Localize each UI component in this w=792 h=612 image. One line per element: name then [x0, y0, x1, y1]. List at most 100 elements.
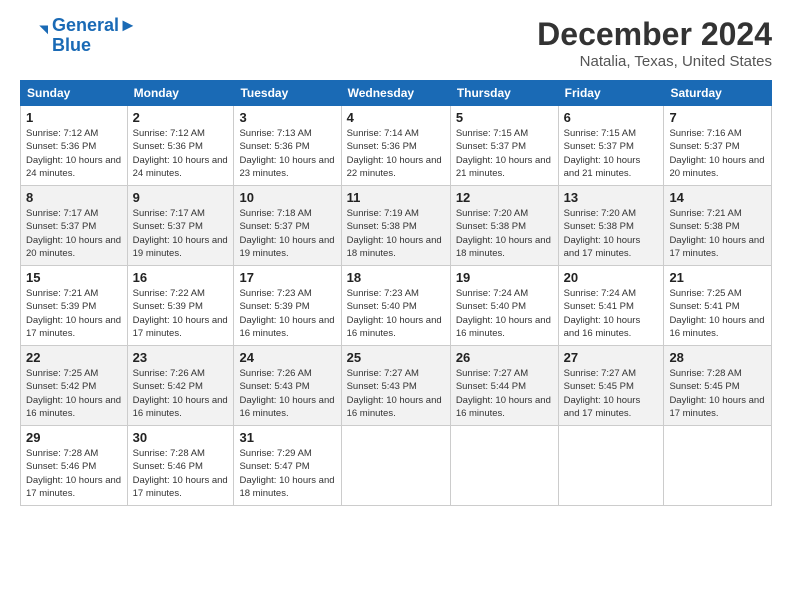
day-number: 8 — [26, 190, 122, 205]
day-number: 14 — [669, 190, 766, 205]
day-number: 22 — [26, 350, 122, 365]
day-number: 16 — [133, 270, 229, 285]
day-number: 23 — [133, 350, 229, 365]
day-info: Sunrise: 7:20 AMSunset: 5:38 PMDaylight:… — [564, 208, 641, 259]
table-row — [450, 426, 558, 506]
day-info: Sunrise: 7:17 AMSunset: 5:37 PMDaylight:… — [26, 208, 121, 259]
day-info: Sunrise: 7:24 AMSunset: 5:41 PMDaylight:… — [564, 288, 641, 339]
day-info: Sunrise: 7:29 AMSunset: 5:47 PMDaylight:… — [239, 448, 334, 499]
day-info: Sunrise: 7:25 AMSunset: 5:42 PMDaylight:… — [26, 368, 121, 419]
calendar-week-row: 15 Sunrise: 7:21 AMSunset: 5:39 PMDaylig… — [21, 266, 772, 346]
day-info: Sunrise: 7:16 AMSunset: 5:37 PMDaylight:… — [669, 128, 764, 179]
table-row: 20 Sunrise: 7:24 AMSunset: 5:41 PMDaylig… — [558, 266, 664, 346]
day-info: Sunrise: 7:21 AMSunset: 5:38 PMDaylight:… — [669, 208, 764, 259]
table-row: 5 Sunrise: 7:15 AMSunset: 5:37 PMDayligh… — [450, 106, 558, 186]
day-info: Sunrise: 7:28 AMSunset: 5:45 PMDaylight:… — [669, 368, 764, 419]
day-number: 1 — [26, 110, 122, 125]
table-row: 2 Sunrise: 7:12 AMSunset: 5:36 PMDayligh… — [127, 106, 234, 186]
calendar: Sunday Monday Tuesday Wednesday Thursday… — [20, 80, 772, 506]
table-row: 23 Sunrise: 7:26 AMSunset: 5:42 PMDaylig… — [127, 346, 234, 426]
table-row — [341, 426, 450, 506]
day-number: 12 — [456, 190, 553, 205]
month-title: December 2024 — [537, 16, 772, 53]
day-info: Sunrise: 7:18 AMSunset: 5:37 PMDaylight:… — [239, 208, 334, 259]
day-number: 17 — [239, 270, 335, 285]
calendar-week-row: 22 Sunrise: 7:25 AMSunset: 5:42 PMDaylig… — [21, 346, 772, 426]
day-info: Sunrise: 7:28 AMSunset: 5:46 PMDaylight:… — [133, 448, 228, 499]
table-row: 24 Sunrise: 7:26 AMSunset: 5:43 PMDaylig… — [234, 346, 341, 426]
day-info: Sunrise: 7:12 AMSunset: 5:36 PMDaylight:… — [26, 128, 121, 179]
day-info: Sunrise: 7:14 AMSunset: 5:36 PMDaylight:… — [347, 128, 442, 179]
day-info: Sunrise: 7:12 AMSunset: 5:36 PMDaylight:… — [133, 128, 228, 179]
logo-text: General► Blue — [52, 16, 137, 56]
day-info: Sunrise: 7:21 AMSunset: 5:39 PMDaylight:… — [26, 288, 121, 339]
day-number: 3 — [239, 110, 335, 125]
title-block: December 2024 Natalia, Texas, United Sta… — [537, 16, 772, 70]
table-row: 9 Sunrise: 7:17 AMSunset: 5:37 PMDayligh… — [127, 186, 234, 266]
table-row: 31 Sunrise: 7:29 AMSunset: 5:47 PMDaylig… — [234, 426, 341, 506]
day-number: 13 — [564, 190, 659, 205]
calendar-header-row: Sunday Monday Tuesday Wednesday Thursday… — [21, 81, 772, 106]
table-row: 29 Sunrise: 7:28 AMSunset: 5:46 PMDaylig… — [21, 426, 128, 506]
col-saturday: Saturday — [664, 81, 772, 106]
day-number: 2 — [133, 110, 229, 125]
table-row: 15 Sunrise: 7:21 AMSunset: 5:39 PMDaylig… — [21, 266, 128, 346]
day-number: 18 — [347, 270, 445, 285]
day-number: 27 — [564, 350, 659, 365]
day-number: 24 — [239, 350, 335, 365]
day-number: 9 — [133, 190, 229, 205]
table-row: 17 Sunrise: 7:23 AMSunset: 5:39 PMDaylig… — [234, 266, 341, 346]
col-monday: Monday — [127, 81, 234, 106]
day-number: 26 — [456, 350, 553, 365]
day-info: Sunrise: 7:26 AMSunset: 5:42 PMDaylight:… — [133, 368, 228, 419]
day-number: 28 — [669, 350, 766, 365]
table-row: 1 Sunrise: 7:12 AMSunset: 5:36 PMDayligh… — [21, 106, 128, 186]
day-number: 11 — [347, 190, 445, 205]
day-number: 7 — [669, 110, 766, 125]
day-info: Sunrise: 7:27 AMSunset: 5:43 PMDaylight:… — [347, 368, 442, 419]
page: General► Blue December 2024 Natalia, Tex… — [0, 0, 792, 612]
day-info: Sunrise: 7:22 AMSunset: 5:39 PMDaylight:… — [133, 288, 228, 339]
day-number: 15 — [26, 270, 122, 285]
day-info: Sunrise: 7:13 AMSunset: 5:36 PMDaylight:… — [239, 128, 334, 179]
col-thursday: Thursday — [450, 81, 558, 106]
day-info: Sunrise: 7:15 AMSunset: 5:37 PMDaylight:… — [456, 128, 551, 179]
day-number: 20 — [564, 270, 659, 285]
calendar-week-row: 8 Sunrise: 7:17 AMSunset: 5:37 PMDayligh… — [21, 186, 772, 266]
logo-icon — [20, 22, 48, 50]
table-row: 25 Sunrise: 7:27 AMSunset: 5:43 PMDaylig… — [341, 346, 450, 426]
day-info: Sunrise: 7:15 AMSunset: 5:37 PMDaylight:… — [564, 128, 641, 179]
day-number: 6 — [564, 110, 659, 125]
table-row: 27 Sunrise: 7:27 AMSunset: 5:45 PMDaylig… — [558, 346, 664, 426]
table-row: 16 Sunrise: 7:22 AMSunset: 5:39 PMDaylig… — [127, 266, 234, 346]
day-number: 31 — [239, 430, 335, 445]
day-info: Sunrise: 7:23 AMSunset: 5:39 PMDaylight:… — [239, 288, 334, 339]
location-title: Natalia, Texas, United States — [537, 53, 772, 70]
calendar-week-row: 1 Sunrise: 7:12 AMSunset: 5:36 PMDayligh… — [21, 106, 772, 186]
day-number: 29 — [26, 430, 122, 445]
day-number: 10 — [239, 190, 335, 205]
logo: General► Blue — [20, 16, 137, 56]
day-info: Sunrise: 7:20 AMSunset: 5:38 PMDaylight:… — [456, 208, 551, 259]
col-tuesday: Tuesday — [234, 81, 341, 106]
table-row: 19 Sunrise: 7:24 AMSunset: 5:40 PMDaylig… — [450, 266, 558, 346]
table-row: 6 Sunrise: 7:15 AMSunset: 5:37 PMDayligh… — [558, 106, 664, 186]
table-row: 22 Sunrise: 7:25 AMSunset: 5:42 PMDaylig… — [21, 346, 128, 426]
day-info: Sunrise: 7:28 AMSunset: 5:46 PMDaylight:… — [26, 448, 121, 499]
day-info: Sunrise: 7:27 AMSunset: 5:45 PMDaylight:… — [564, 368, 641, 419]
table-row: 14 Sunrise: 7:21 AMSunset: 5:38 PMDaylig… — [664, 186, 772, 266]
day-info: Sunrise: 7:25 AMSunset: 5:41 PMDaylight:… — [669, 288, 764, 339]
day-number: 4 — [347, 110, 445, 125]
table-row: 4 Sunrise: 7:14 AMSunset: 5:36 PMDayligh… — [341, 106, 450, 186]
day-number: 21 — [669, 270, 766, 285]
table-row: 7 Sunrise: 7:16 AMSunset: 5:37 PMDayligh… — [664, 106, 772, 186]
logo-blue: Blue — [52, 35, 91, 55]
day-info: Sunrise: 7:19 AMSunset: 5:38 PMDaylight:… — [347, 208, 442, 259]
table-row: 30 Sunrise: 7:28 AMSunset: 5:46 PMDaylig… — [127, 426, 234, 506]
col-sunday: Sunday — [21, 81, 128, 106]
table-row — [558, 426, 664, 506]
day-number: 5 — [456, 110, 553, 125]
table-row: 28 Sunrise: 7:28 AMSunset: 5:45 PMDaylig… — [664, 346, 772, 426]
table-row: 3 Sunrise: 7:13 AMSunset: 5:36 PMDayligh… — [234, 106, 341, 186]
day-info: Sunrise: 7:27 AMSunset: 5:44 PMDaylight:… — [456, 368, 551, 419]
